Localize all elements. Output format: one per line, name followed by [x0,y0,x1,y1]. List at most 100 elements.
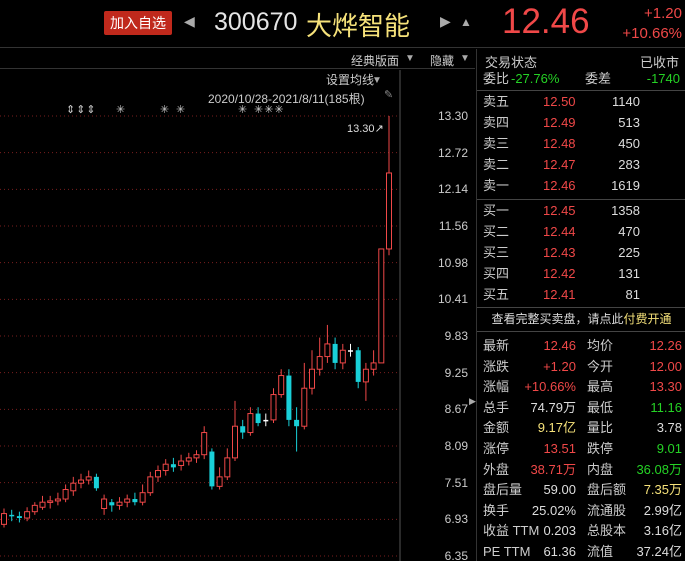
prev-stock-icon[interactable]: ◀ [184,13,195,30]
candle[interactable] [162,459,169,476]
y-tick-label: 9.83 [444,329,468,343]
bid-row[interactable]: 买五 12.41 81 [477,285,685,305]
candle[interactable] [362,362,369,401]
candle[interactable] [39,495,46,510]
kline-canvas[interactable] [0,70,470,561]
candle[interactable] [324,324,331,363]
candle[interactable] [316,337,323,376]
candle[interactable] [224,448,231,481]
candle[interactable] [101,494,108,515]
event-marker[interactable]: ✳ [116,103,126,116]
candle[interactable] [62,484,69,503]
candle[interactable] [355,347,361,389]
candle[interactable] [309,350,315,395]
candle[interactable] [16,511,22,523]
event-marker[interactable]: ⇕⇕⇕ [66,103,97,116]
ma-settings-button[interactable]: 设置均线 [326,71,374,88]
candle[interactable] [378,248,385,364]
event-marker[interactable]: ✳ [238,103,248,116]
candle[interactable] [278,369,285,398]
candle[interactable] [124,494,131,508]
candle[interactable] [1,508,7,528]
next-stock-icon[interactable]: ▶ [440,13,451,30]
kline-chart[interactable]: 设置均线 ▼ 2020/10/28-2021/8/11(185根) ✎ ⇕⇕⇕ … [0,70,476,561]
ask-row[interactable]: 卖二 12.47 283 [477,155,685,175]
divider [477,331,685,332]
stat-label: PE TTM [483,544,531,559]
candle[interactable] [386,116,392,256]
candle[interactable] [339,343,346,370]
book-price: 12.43 [543,245,576,260]
bid-row[interactable]: 买四 12.42 131 [477,264,685,284]
y-tick-label: 6.93 [444,512,468,527]
candle-body [155,470,161,478]
candle[interactable] [93,473,99,491]
bid-row[interactable]: 买二 12.44 470 [477,222,685,242]
y-tick-label: 7.51 [444,475,468,490]
candle[interactable] [193,450,200,463]
candle[interactable] [247,407,254,436]
add-watchlist-button[interactable]: 加入自选 [104,11,172,35]
chart-toolbar: 经典版面 ▼ 隐藏 ▼ [0,49,475,69]
hide-button[interactable]: 隐藏 [430,52,454,69]
ask-row[interactable]: 卖三 12.48 450 [477,134,685,154]
candle[interactable] [201,426,208,460]
stat-row: 涨跌 +1.20 今开 12.00 [477,357,685,377]
candle-body [116,501,123,506]
candle[interactable] [85,470,92,485]
chevron-down-icon[interactable]: ▼ [372,75,382,86]
candle[interactable] [240,419,246,439]
candle[interactable] [263,413,269,427]
candle-body [294,419,300,427]
classic-layout-button[interactable]: 经典版面 [351,52,399,69]
ask-row[interactable]: 卖四 12.49 513 [477,113,685,133]
candle[interactable] [109,499,115,512]
event-marker[interactable]: ✳ [160,103,170,116]
candle[interactable] [255,407,261,427]
expand-panel-icon[interactable]: ▶ [469,396,476,407]
webi-value: -27.76% [511,71,560,86]
candle[interactable] [47,495,54,509]
ask-row[interactable]: 卖一 12.46 1619 [477,176,685,196]
candle[interactable] [147,471,154,496]
candle[interactable] [294,407,300,452]
candle[interactable] [70,476,77,496]
candle[interactable] [116,497,123,510]
candle[interactable] [132,492,138,506]
candle[interactable] [54,492,61,506]
candle[interactable] [332,337,338,370]
stock-code: 300670 [214,8,298,36]
candle[interactable] [232,400,238,462]
event-marker[interactable]: ✳ [176,103,186,116]
chevron-down-icon[interactable]: ▼ [405,53,415,64]
candle[interactable] [78,473,84,489]
event-marker[interactable]: ✳✳✳ [254,103,285,116]
bid-row[interactable]: 买三 12.43 225 [477,243,685,263]
book-volume: 450 [618,136,640,151]
candle[interactable] [348,343,353,357]
candle[interactable] [139,484,146,506]
candle[interactable] [185,452,192,466]
pin-icon[interactable]: ✎ [384,88,393,101]
candle[interactable] [155,465,161,482]
subscribe-link[interactable]: 付费开通 [624,312,672,326]
candle-body [101,498,108,510]
full-orderbook-link[interactable]: 查看完整买卖盘，请点此付费开通 [477,309,685,329]
candle[interactable] [178,454,185,471]
candle-body [78,479,84,484]
bid-row[interactable]: 买一 12.45 1358 [477,201,685,221]
stat-label: 换手 [483,502,510,518]
candle[interactable] [286,369,292,427]
candle[interactable] [270,388,277,424]
candle[interactable] [301,362,308,430]
candle[interactable] [31,502,38,515]
ask-row[interactable]: 卖五 12.50 1140 [477,92,685,112]
alert-icon[interactable]: ▲ [460,15,472,29]
candle[interactable] [170,457,176,472]
candle-body [178,460,185,466]
candle[interactable] [9,509,15,522]
candle[interactable] [370,350,377,376]
chevron-down-icon[interactable]: ▼ [460,53,470,64]
candle[interactable] [216,467,223,490]
candle[interactable] [209,448,215,490]
